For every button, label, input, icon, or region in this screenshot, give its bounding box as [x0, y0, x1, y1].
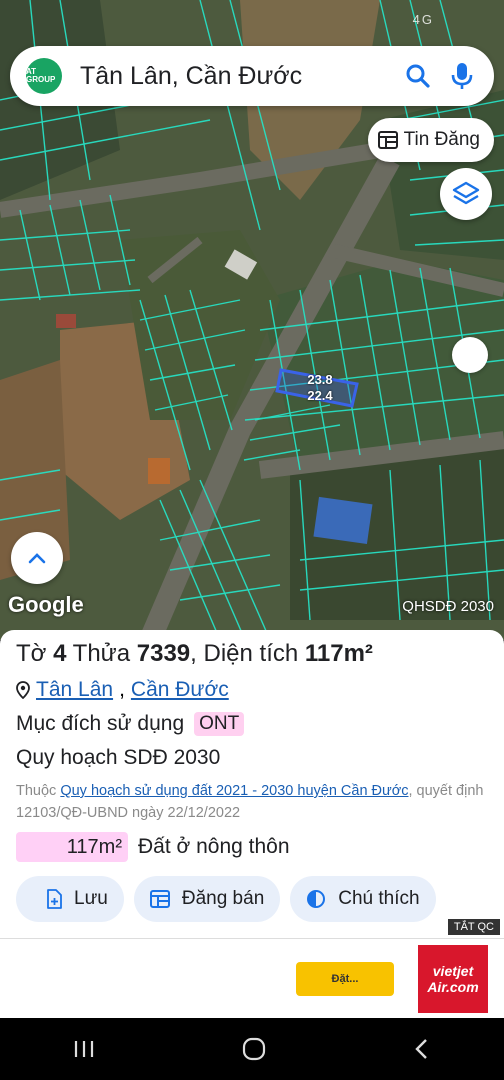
close-ad-button[interactable]: TẮT QC	[447, 919, 500, 935]
chevron-up-icon	[28, 553, 46, 564]
microphone-icon	[451, 63, 473, 89]
area-chip: 117m²	[16, 832, 128, 862]
parcel-dimensions: 23.8 22.4	[300, 372, 340, 404]
google-attribution: Google	[8, 592, 84, 617]
layers-icon	[452, 181, 480, 205]
ad-brand-line2: Air.com	[427, 979, 479, 995]
location-separator: ,	[119, 678, 125, 701]
parcel-title: Tờ 4 Thửa 7339, Diện tích 117m²	[16, 640, 373, 668]
layers-button[interactable]	[440, 168, 492, 220]
thua-value: 7339	[136, 640, 191, 667]
area-type: Đất ở nông thôn	[138, 835, 290, 858]
planning-title: Quy hoạch SDĐ 2030	[16, 746, 221, 769]
location-pin-icon	[16, 681, 30, 699]
parcel-length: 22.4	[307, 388, 333, 403]
tin-dang-button[interactable]: Tin Đăng	[367, 118, 494, 162]
area-row: 117m² Đất ở nông thôn	[16, 832, 290, 862]
system-nav-bar	[0, 1018, 504, 1080]
parcel-info-panel: Tờ 4 Thửa 7339, Diện tích 117m² Tân Lân,…	[0, 630, 504, 940]
thua-label: Thửa	[72, 640, 131, 667]
to-label: Tờ	[16, 640, 47, 667]
home-icon[interactable]	[241, 1036, 267, 1062]
app-logo[interactable]: AT GROUP	[26, 58, 62, 94]
post-sale-button[interactable]: Đăng bán	[133, 876, 281, 922]
layer-name-label: QHSDĐ 2030	[402, 598, 494, 615]
legend-button[interactable]: Chú thích	[290, 876, 436, 922]
planning-link[interactable]: Quy hoạch sử dụng đất 2021 - 2030 huyện …	[60, 783, 408, 799]
voice-search-button[interactable]	[440, 54, 484, 98]
land-use-label: Mục đích sử dụng	[16, 712, 185, 735]
list-board-icon	[377, 131, 398, 149]
district-link[interactable]: Cần Đước	[131, 678, 229, 702]
tin-dang-label: Tin Đăng	[403, 129, 480, 150]
post-sale-label: Đăng bán	[181, 888, 265, 909]
to-value: 4	[53, 640, 67, 667]
search-button[interactable]	[396, 54, 440, 98]
signal-indicator: 4G	[412, 12, 434, 27]
planning-source: Thuộc Quy hoạch sử dụng đất 2021 - 2030 …	[16, 780, 492, 824]
thuoc-label: Thuộc	[16, 783, 57, 799]
recent-apps-icon[interactable]	[72, 1038, 96, 1060]
search-bar[interactable]: AT GROUP Tân Lân, Cần Đước	[10, 46, 494, 106]
contrast-icon	[307, 890, 326, 908]
ward-link[interactable]: Tân Lân	[36, 678, 113, 702]
search-icon	[406, 64, 430, 88]
location-toggle-button[interactable]	[452, 337, 488, 373]
dien-tich-value: 117m²	[304, 640, 373, 667]
action-row: Lưu Đăng bán Chú thích	[16, 876, 436, 922]
land-use-row: Mục đích sử dụng ONT	[16, 712, 245, 736]
ad-brand-logo[interactable]: vietjet Air.com	[418, 945, 488, 1013]
back-icon[interactable]	[412, 1037, 432, 1061]
dien-tich-label: , Diện tích	[190, 640, 299, 667]
ad-cta-button[interactable]: Đặt...	[296, 962, 394, 996]
expand-up-button[interactable]	[11, 532, 63, 584]
map-view[interactable]: 4G AT GROUP Tân Lân, Cần Đước Tin Đăng 2…	[0, 0, 504, 640]
save-label: Lưu	[74, 888, 108, 909]
parcel-width: 23.8	[307, 372, 333, 387]
save-button[interactable]: Lưu	[16, 876, 124, 922]
list-board-icon	[149, 890, 170, 908]
search-input[interactable]: Tân Lân, Cần Đước	[80, 62, 396, 91]
parcel-location: Tân Lân, Cần Đước	[16, 678, 229, 702]
ad-banner[interactable]: TẮT QC Đặt... vietjet Air.com	[0, 919, 504, 1018]
ad-brand-line1: vietjet	[432, 963, 474, 979]
legend-label: Chú thích	[338, 888, 420, 909]
add-file-icon	[47, 889, 62, 909]
land-use-badge: ONT	[194, 712, 245, 736]
